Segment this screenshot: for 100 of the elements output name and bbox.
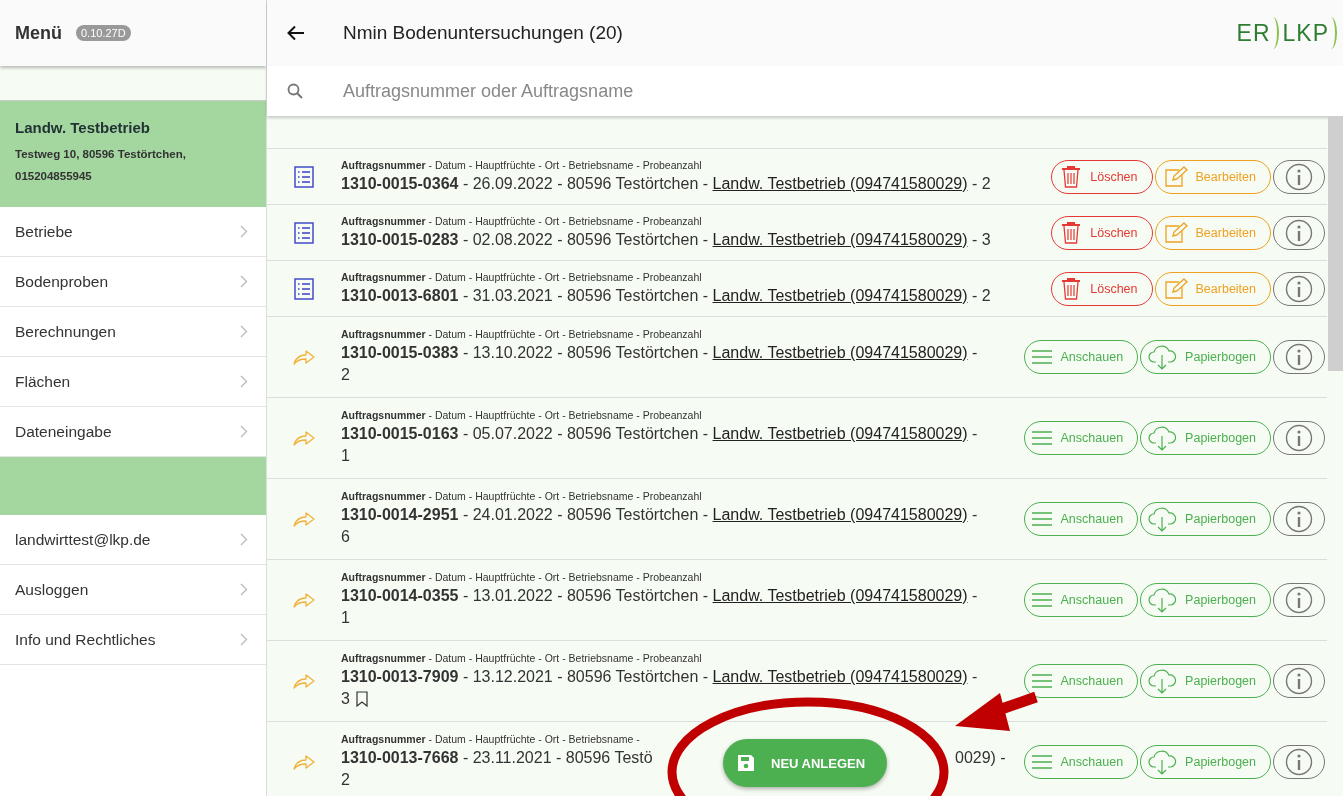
chevron-icon: [240, 325, 248, 338]
cloud-download-icon: [1147, 506, 1178, 532]
chevron-icon: [240, 275, 248, 288]
info-icon: [1285, 667, 1313, 695]
scrollbar[interactable]: [1328, 116, 1343, 371]
menu-item[interactable]: Berechnungen: [0, 307, 266, 357]
order-summary: 1310-0013-6801 - 31.03.2021 - 80596 Testörtchen - Landw. Testbetrieb (094741580029) - 2: [341, 285, 992, 306]
menu-item[interactable]: Bodenproben: [0, 257, 266, 307]
order-caption: Auftragsnummer - Datum - Hauptfrüchte - Ort - Betriebsname - Probeanzahl: [341, 328, 703, 340]
order-caption: Auftragsnummer - Datum - Hauptfrüchte - Ort - Betriebsname -: [341, 733, 641, 745]
order-row[interactable]: Auftragsnummer - Datum - Hauptfrüchte - Ort - Betriebsname - Probeanzahl 1310-0015-0383 - 13.10.2022 - 80596 Testörtchen - Landw. Testbetrieb (094741580029) - 2 Anschauen Papierbogen: [267, 317, 1327, 398]
info-icon: [1285, 274, 1313, 303]
company-link[interactable]: Landw. Testbetrieb (094741580029): [712, 344, 968, 361]
account-phone: 015204855945: [15, 169, 93, 184]
share-arrow-icon: [293, 592, 315, 608]
cloud-download-icon: [1147, 668, 1178, 694]
page-title: Nmin Bodenuntersuchungen (20): [343, 22, 623, 44]
delete-button[interactable]: Löschen: [1051, 215, 1153, 250]
account-address: Testweg 10, 80596 Testörtchen,: [15, 147, 187, 162]
sample-count: 2: [341, 770, 350, 790]
chevron-icon: [240, 425, 248, 438]
cloud-download-icon: [1147, 587, 1178, 613]
menu-item[interactable]: Betriebe: [0, 207, 266, 257]
list-icon: [294, 221, 314, 244]
order-summary: 1310-0014-0355 - 13.01.2022 - 80596 Testörtchen - Landw. Testbetrieb (094741580029) - 1: [341, 586, 979, 628]
order-row[interactable]: Auftragsnummer - Datum - Hauptfrüchte - Ort - Betriebsname - Probeanzahl 1310-0015-0163 - 05.07.2022 - 80596 Testörtchen - Landw. Testbetrieb (094741580029) - 1 Anschauen Papierbogen: [267, 398, 1327, 479]
order-caption: Auftragsnummer - Datum - Hauptfrüchte - Ort - Betriebsname - Probeanzahl: [341, 490, 703, 502]
order-row[interactable]: Auftragsnummer - Datum - Hauptfrüchte - Ort - Betriebsname - Probeanzahl 1310-0014-0355 - 13.01.2022 - 80596 Testörtchen - Landw. Testbetrieb (094741580029) - 1 Anschauen Papierbogen: [267, 560, 1327, 641]
order-caption: Auftragsnummer - Datum - Hauptfrüchte - Ort - Betriebsname - Probeanzahl: [341, 214, 703, 227]
share-arrow-icon: [293, 430, 315, 446]
info-icon: [1285, 586, 1313, 614]
lines-icon: [1030, 430, 1053, 446]
lines-icon: [1030, 673, 1053, 689]
order-caption: Auftragsnummer - Datum - Hauptfrüchte - Ort - Betriebsname - Probeanzahl: [341, 571, 703, 583]
save-icon: [737, 754, 755, 772]
lines-icon: [1030, 754, 1053, 770]
company-link[interactable]: Landw. Testbetrieb (094741580029): [712, 174, 968, 192]
chevron-icon: [240, 533, 248, 546]
share-arrow-icon: [293, 511, 315, 527]
search-field[interactable]: Auftragsnummer oder Auftragsname: [341, 79, 1343, 103]
menu-title: Menü: [15, 22, 62, 44]
info-icon: [1285, 748, 1313, 776]
order-caption: Auftragsnummer - Datum - Hauptfrüchte - Ort - Betriebsname - Probeanzahl: [341, 270, 703, 283]
order-row[interactable]: Auftragsnummer - Datum - Hauptfrüchte - Ort - Betriebsname - Probeanzahl 1310-0014-2951 - 24.01.2022 - 80596 Testörtchen - Landw. Testbetrieb (094741580029) - 6 Anschauen Papierbogen: [267, 479, 1327, 560]
order-caption: Auftragsnummer - Datum - Hauptfrüchte - Ort - Betriebsname - Probeanzahl: [341, 409, 703, 421]
menu-item[interactable]: Flächen: [0, 357, 266, 407]
trash-icon: [1060, 220, 1083, 245]
company-link[interactable]: Landw. Testbetrieb (094741580029): [712, 425, 968, 442]
trash-icon: [1060, 276, 1083, 301]
trash-icon: [1060, 164, 1083, 189]
logo: ER LKP: [1236, 17, 1341, 49]
order-summary: 1310-0013-7909 - 13.12.2021 - 80596 Testörtchen - Landw. Testbetrieb (094741580029) - 3: [341, 667, 979, 709]
order-caption: Auftragsnummer - Datum - Hauptfrüchte - Ort - Betriebsname - Probeanzahl: [341, 158, 703, 171]
cloud-download-icon: [1147, 344, 1178, 370]
list-icon: [294, 277, 314, 300]
search-icon: [287, 83, 303, 99]
chevron-icon: [240, 633, 248, 646]
chevron-icon: [240, 375, 248, 388]
bookmark-icon[interactable]: [355, 691, 368, 707]
order-caption: Auftragsnummer - Datum - Hauptfrüchte - Ort - Betriebsname - Probeanzahl: [341, 652, 703, 664]
back-arrow-icon[interactable]: [287, 25, 305, 41]
company-link[interactable]: Landw. Testbetrieb (094741580029): [712, 230, 968, 248]
lines-icon: [1030, 592, 1053, 608]
order-summary: 1310-0015-0383 - 13.10.2022 - 80596 Testörtchen - Landw. Testbetrieb (094741580029) - 2: [341, 343, 979, 385]
info-icon: [1285, 343, 1313, 371]
order-summary: 1310-0014-2951 - 24.01.2022 - 80596 Testörtchen - Landw. Testbetrieb (094741580029) - 6: [341, 505, 979, 547]
search-bar[interactable]: Auftragsnummer oder Auftragsname: [267, 66, 1343, 116]
cloud-download-icon: [1147, 425, 1178, 451]
company-link[interactable]: Landw. Testbetrieb (094741580029): [712, 286, 968, 304]
info-icon: [1285, 424, 1313, 452]
share-arrow-icon: [293, 673, 315, 689]
order-summary: 1310-0015-0163 - 05.07.2022 - 80596 Testörtchen - Landw. Testbetrieb (094741580029) - 1: [341, 424, 979, 466]
chevron-icon: [240, 225, 248, 238]
menu-item[interactable]: Info und Rechtliches: [0, 615, 266, 665]
pencil-icon: [1163, 277, 1188, 300]
pencil-icon: [1163, 165, 1188, 188]
order-row[interactable]: Auftragsnummer - Datum - Hauptfrüchte - Ort - Betriebsname - Probeanzahl 1310-0015-0283 - 02.08.2022 - 80596 Testörtchen - Landw. Testbetrieb (094741580029) - 3 Löschen Bearbeiten: [267, 205, 1327, 261]
order-row[interactable]: Auftragsnummer - Datum - Hauptfrüchte - Ort - Betriebsname - Probeanzahl 1310-0013-6801 - 31.03.2021 - 80596 Testörtchen - Landw. Testbetrieb (094741580029) - 2 Löschen Bearbeiten: [267, 261, 1327, 317]
order-summary: 1310-0015-0364 - 26.09.2022 - 80596 Testörtchen - Landw. Testbetrieb (094741580029) - 2: [341, 173, 992, 194]
company-link[interactable]: Landw. Testbetrieb (094741580029): [712, 587, 968, 604]
company-link[interactable]: Landw. Testbetrieb (094741580029): [712, 668, 968, 685]
lines-icon: [1030, 511, 1053, 527]
cloud-download-icon: [1147, 749, 1178, 775]
account-name: Landw. Testbetrieb: [15, 119, 151, 136]
menu-item[interactable]: Ausloggen: [0, 565, 266, 615]
pencil-icon: [1163, 221, 1188, 244]
order-row[interactable]: Auftragsnummer - Datum - Hauptfrüchte - Ort - Betriebsname - Probeanzahl 1310-0015-0364 - 26.09.2022 - 80596 Testörtchen - Landw. Testbetrieb (094741580029) - 2 Löschen Bearbeiten: [267, 149, 1327, 205]
share-arrow-icon: [293, 754, 315, 770]
info-icon: [1285, 218, 1313, 247]
version-badge: 0.10.27D: [76, 25, 131, 41]
order-summary: 1310-0013-7668 - 23.11.2021 - 80596 Testö: [341, 749, 653, 766]
chevron-icon: [240, 583, 248, 596]
menu-item[interactable]: landwirttest@lkp.de: [0, 515, 266, 565]
list-icon: [294, 165, 314, 188]
order-summary-fragment: 0029) -: [955, 748, 1006, 768]
lines-icon: [1030, 349, 1053, 365]
info-icon: [1285, 505, 1313, 533]
order-summary: 1310-0015-0283 - 02.08.2022 - 80596 Testörtchen - Landw. Testbetrieb (094741580029) - 3: [341, 229, 992, 250]
company-link[interactable]: Landw. Testbetrieb (094741580029): [712, 506, 968, 523]
info-icon: [1285, 162, 1313, 191]
